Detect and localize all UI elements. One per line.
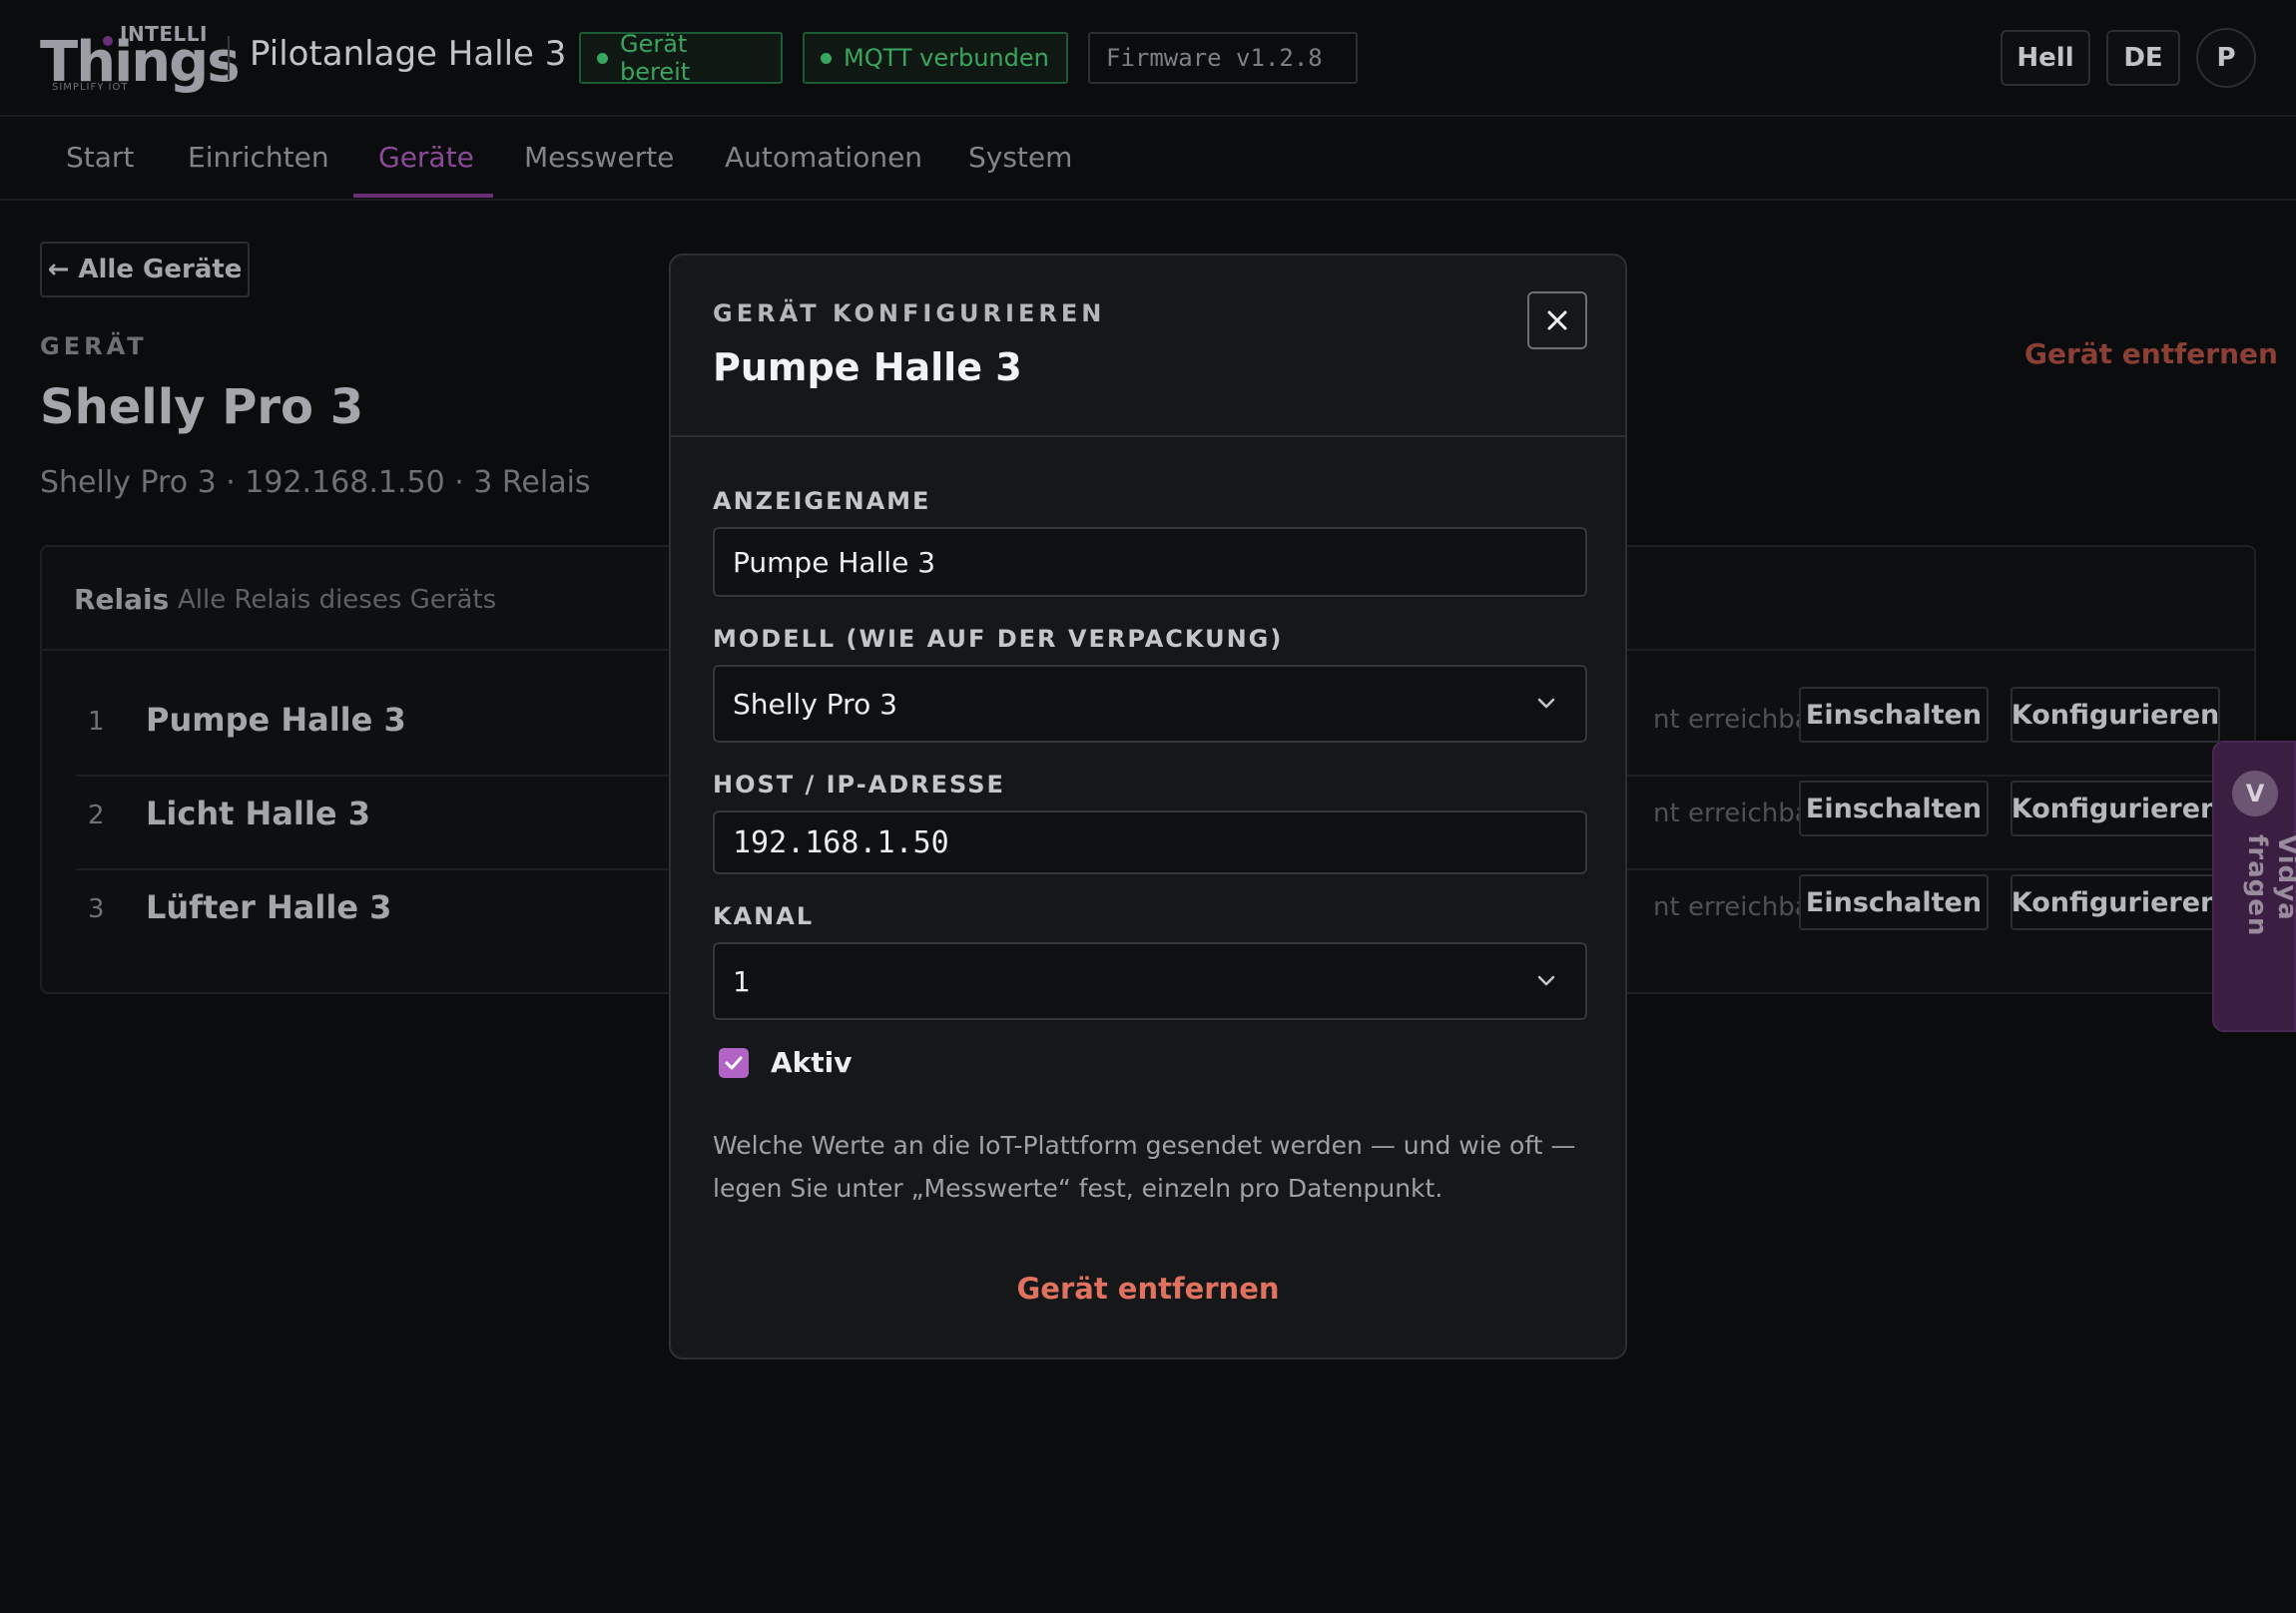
nav-item-einrichten[interactable]: Einrichten (188, 141, 329, 174)
nav-item-automationen[interactable]: Automationen (725, 141, 922, 174)
status-badge-ready: Gerät bereit (579, 30, 783, 86)
logo-tagline: SIMPLIFY IOT (52, 82, 129, 93)
modal-eyebrow: GERÄT KONFIGURIEREN (713, 299, 1106, 327)
relay-status: nt erreichbar (1653, 892, 1822, 922)
status-dot-icon (597, 52, 608, 64)
nav-item-start[interactable]: Start (66, 141, 134, 174)
nav-item-messwerte[interactable]: Messwerte (524, 141, 674, 174)
relay-name: Pumpe Halle 3 (146, 701, 406, 739)
relay-number: 1 (88, 707, 105, 737)
channel-label: KANAL (713, 902, 815, 930)
ask-assistant-tab[interactable]: V Vidya fragen (2212, 741, 2296, 1032)
display-name-value: Pumpe Halle 3 (733, 545, 936, 579)
host-value: 192.168.1.50 (733, 824, 949, 860)
main-nav: Start Einrichten Geräte Messwerte Automa… (0, 117, 2296, 201)
intellithings-logo[interactable]: INTELLI Things SIMPLIFY IOT (40, 22, 241, 95)
modal-remove-device-button[interactable]: Gerät entfernen (671, 1272, 1625, 1306)
relais-card-subtitle: Alle Relais dieses Geräts (178, 585, 497, 615)
relay-status: nt erreichbar (1653, 799, 1822, 828)
active-toggle[interactable]: Aktiv (719, 1046, 853, 1079)
relay-name: Licht Halle 3 (146, 795, 370, 832)
modal-title: Pumpe Halle 3 (713, 345, 1022, 389)
relay-configure-button[interactable]: Konfigurieren (2010, 874, 2220, 930)
active-checkbox-label: Aktiv (771, 1046, 853, 1079)
language-button[interactable]: DE (2106, 30, 2180, 86)
nav-item-geraete[interactable]: Geräte (378, 141, 474, 174)
theme-toggle-button[interactable]: Hell (2001, 30, 2090, 86)
nav-item-system[interactable]: System (968, 141, 1072, 174)
logo-divider (228, 36, 230, 80)
close-icon (1547, 310, 1567, 330)
channel-select-value: 1 (733, 964, 751, 998)
back-to-devices-button[interactable]: ← Alle Geräte (40, 242, 250, 297)
logo-dot (103, 36, 113, 46)
status-dot-icon (821, 52, 832, 64)
chevron-down-icon (1537, 975, 1555, 986)
device-eyebrow: GERÄT (40, 332, 148, 360)
nav-active-indicator (353, 194, 493, 198)
status-badge-mqtt-label: MQTT verbunden (844, 44, 1049, 72)
active-checkbox[interactable] (719, 1047, 749, 1078)
relay-switch-on-button[interactable]: Einschalten (1799, 874, 1989, 930)
device-title: Shelly Pro 3 (40, 379, 364, 435)
remove-device-link[interactable]: Gerät entfernen (2024, 337, 2278, 370)
relay-number: 3 (88, 894, 105, 924)
modal-header: GERÄT KONFIGURIEREN Pumpe Halle 3 (671, 256, 1625, 437)
model-select-value: Shelly Pro 3 (733, 687, 897, 721)
relay-configure-button[interactable]: Konfigurieren (2010, 687, 2220, 743)
channel-select[interactable]: 1 (713, 942, 1587, 1020)
relais-card-title: Relais (74, 583, 170, 616)
firmware-badge: Firmware v1.2.8 (1088, 32, 1358, 84)
host-input[interactable]: 192.168.1.50 (713, 810, 1587, 874)
assistant-tab-label: Vidya fragen (2242, 834, 2296, 937)
relay-switch-on-button[interactable]: Einschalten (1799, 781, 1989, 836)
display-name-label: ANZEIGENAME (713, 487, 931, 515)
status-badge-ready-label: Gerät bereit (619, 30, 691, 86)
checkmark-icon (725, 1056, 743, 1069)
site-title: Pilotanlage Halle 3 (250, 34, 567, 74)
display-name-input[interactable]: Pumpe Halle 3 (713, 527, 1587, 597)
model-label: MODELL (WIE AUF DER VERPACKUNG) (713, 625, 1284, 653)
model-select[interactable]: Shelly Pro 3 (713, 665, 1587, 743)
host-label: HOST / IP-ADRESSE (713, 771, 1005, 799)
relay-status: nt erreichbar (1653, 705, 1822, 735)
measurement-hint-text: Welche Werte an die IoT-Plattform gesend… (713, 1131, 1576, 1203)
modal-close-button[interactable] (1527, 291, 1587, 349)
relay-number: 2 (88, 801, 105, 830)
user-avatar-button[interactable]: P (2196, 28, 2256, 88)
relay-configure-button[interactable]: Konfigurieren (2010, 781, 2220, 836)
status-badge-mqtt: MQTT verbunden (803, 32, 1068, 84)
device-meta: Shelly Pro 3 · 192.168.1.50 · 3 Relais (40, 465, 591, 500)
top-bar: INTELLI Things SIMPLIFY IOT Pilotanlage … (0, 0, 2296, 117)
assistant-avatar: V (2232, 771, 2278, 816)
chevron-down-icon (1537, 698, 1555, 709)
relay-name: Lüfter Halle 3 (146, 888, 392, 926)
configure-device-modal: GERÄT KONFIGURIEREN Pumpe Halle 3 ANZEIG… (669, 254, 1627, 1359)
relay-switch-on-button[interactable]: Einschalten (1799, 687, 1989, 743)
